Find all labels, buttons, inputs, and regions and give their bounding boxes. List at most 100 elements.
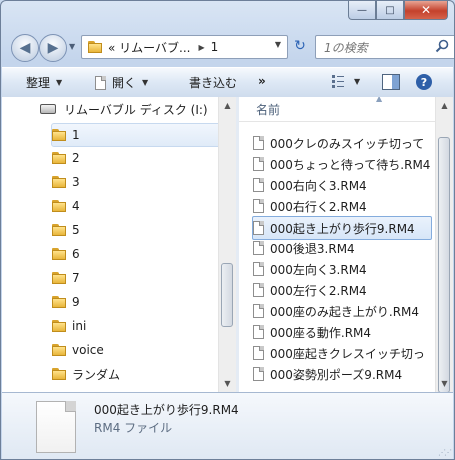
sort-ascending-icon: ▲: [376, 97, 383, 103]
file-list-item[interactable]: 000座る動作.RM4: [253, 321, 453, 343]
scroll-down-icon[interactable]: ▼: [219, 375, 236, 392]
tree-folder-label: 4: [72, 199, 80, 213]
address-dropdown-icon[interactable]: ▼: [275, 40, 281, 49]
file-list-item[interactable]: 000右行く2.RM4: [253, 195, 453, 217]
file-name: 000起き上がり歩行9.RM4: [270, 221, 415, 236]
document-icon: [95, 75, 106, 90]
file-icon: [253, 199, 264, 213]
tree-folder-label: 2: [72, 151, 80, 165]
file-name: 000ちょっと待って待ち.RM4: [270, 157, 431, 172]
search-box[interactable]: [315, 35, 454, 59]
file-list-item[interactable]: 000左行く2.RM4: [253, 279, 453, 301]
breadcrumb-arrow-icon[interactable]: ▶: [198, 43, 204, 52]
search-input[interactable]: [322, 38, 436, 58]
more-commands-button[interactable]: »: [258, 74, 266, 88]
file-list-item[interactable]: 000左向く3.RM4: [253, 258, 453, 280]
chevron-down-icon: ▼: [142, 78, 149, 87]
tree-folder-item[interactable]: 9: [52, 291, 218, 313]
tree-folder-label: 3: [72, 175, 80, 189]
tree-folder-item[interactable]: 7: [52, 267, 218, 289]
tree-folder-label: 6: [72, 247, 80, 261]
folder-icon: [52, 368, 66, 380]
tree-folder-item[interactable]: voice: [52, 339, 218, 361]
address-segment-current[interactable]: 1: [211, 40, 219, 54]
help-button[interactable]: ?: [416, 74, 432, 90]
tree-folder-item[interactable]: ランダム: [52, 363, 218, 385]
tree-folder-item[interactable]: ini: [52, 315, 218, 337]
tree-folder-item[interactable]: 3: [52, 171, 218, 193]
file-list-item[interactable]: 000後退3.RM4: [253, 237, 453, 259]
command-bar: 整理 ▼ 開く ▼ 書き込む » ▼ ?: [2, 67, 453, 98]
drive-label: リムーバブル ディスク (I:): [64, 102, 208, 117]
back-button[interactable]: ◀: [11, 34, 39, 62]
file-name: 000後退3.RM4: [270, 241, 355, 256]
details-pane: 000起き上がり歩行9.RM4 RM4 ファイル ⋰⋰: [2, 392, 453, 459]
tree-folder-item[interactable]: 4: [52, 195, 218, 217]
file-list-pane: 名前 ▲ 000クレのみスイッチ切って 000ちょっと待って待ち.RM4 000…: [239, 97, 453, 392]
navigation-pane: リムーバブル ディスク (I:) 1 2 3 4 5 6 7 9 ini voi…: [2, 97, 236, 392]
navigation-pane-scrollbar[interactable]: ▲ ▼: [218, 97, 236, 392]
forward-button[interactable]: ▶: [39, 34, 67, 62]
caption-buttons: — □ ✕: [348, 1, 448, 21]
file-list-item[interactable]: 000ちょっと待って待ち.RM4: [253, 153, 453, 175]
file-icon: [253, 367, 264, 381]
preview-pane-button[interactable]: [382, 74, 400, 90]
organize-button[interactable]: 整理 ▼: [26, 74, 62, 91]
refresh-icon[interactable]: ↻: [289, 35, 311, 57]
file-icon: [253, 241, 264, 255]
file-icon: [253, 325, 264, 339]
navigation-bar: ◀ ▶ ▼ « リムーバブ... ▶ 1 ▼ ↻: [9, 33, 454, 62]
help-icon: ?: [416, 74, 432, 90]
close-button[interactable]: ✕: [404, 1, 448, 20]
file-icon: [253, 304, 264, 318]
search-icon[interactable]: [435, 39, 449, 53]
burn-button[interactable]: 書き込む: [189, 74, 237, 91]
scroll-down-icon[interactable]: ▼: [436, 375, 453, 392]
column-header-name[interactable]: 名前 ▲: [239, 97, 436, 122]
file-icon: [253, 283, 264, 297]
file-icon: [253, 136, 264, 150]
file-list-scrollbar[interactable]: ▲ ▼: [435, 97, 453, 392]
tree-folder-label: 7: [72, 271, 80, 285]
file-list-item[interactable]: 000右向く3.RM4: [253, 174, 453, 196]
file-icon: [253, 346, 264, 360]
open-button[interactable]: 開く ▼: [95, 74, 148, 91]
tree-drive-item[interactable]: リムーバブル ディスク (I:): [2, 97, 222, 121]
address-bar[interactable]: « リムーバブ... ▶ 1 ▼: [81, 35, 288, 59]
maximize-button[interactable]: □: [376, 1, 404, 20]
file-icon: [253, 157, 264, 171]
burn-label: 書き込む: [189, 76, 238, 90]
file-name: 000座る動作.RM4: [270, 325, 372, 340]
tree-folder-item[interactable]: 2: [52, 147, 218, 169]
file-icon: [253, 262, 264, 276]
minimize-button[interactable]: —: [348, 1, 376, 20]
file-icon: [253, 178, 264, 192]
folder-icon: [52, 200, 66, 212]
tree-folder-label: ランダム: [72, 367, 121, 382]
folder-icon: [88, 41, 102, 53]
file-list-item[interactable]: 000座のみ起き上がり.RM4: [253, 300, 453, 322]
folder-icon: [52, 320, 66, 332]
scroll-up-icon[interactable]: ▲: [436, 97, 453, 114]
tree-folder-item[interactable]: 1: [51, 123, 221, 147]
open-label: 開く: [112, 76, 137, 90]
address-segment-parent[interactable]: « リムーバブ...: [108, 39, 190, 56]
file-icon: [253, 221, 264, 235]
file-name: 000座のみ起き上がり.RM4: [270, 304, 420, 319]
chevron-down-icon: ▼: [56, 78, 63, 87]
file-list-item[interactable]: 000クレのみスイッチ切って: [253, 132, 453, 154]
folder-icon: [52, 224, 66, 236]
scroll-thumb[interactable]: [221, 263, 233, 327]
recent-pages-dropdown-icon[interactable]: ▼: [69, 42, 75, 51]
file-list-item[interactable]: 000座起きクレスイッチ切っ: [253, 342, 453, 364]
scroll-up-icon[interactable]: ▲: [219, 97, 236, 114]
tree-folder-item[interactable]: 6: [52, 243, 218, 265]
file-list-item[interactable]: 000姿勢別ポーズ9.RM4: [253, 363, 453, 385]
drive-icon: [40, 104, 56, 114]
resize-grip-icon[interactable]: ⋰⋰: [438, 448, 452, 457]
file-thumbnail-icon: [36, 401, 76, 453]
tree-folder-item[interactable]: 5: [52, 219, 218, 241]
chevron-down-icon: ▼: [354, 76, 361, 86]
scroll-thumb[interactable]: [438, 137, 450, 392]
change-view-button[interactable]: ▼: [332, 74, 360, 88]
